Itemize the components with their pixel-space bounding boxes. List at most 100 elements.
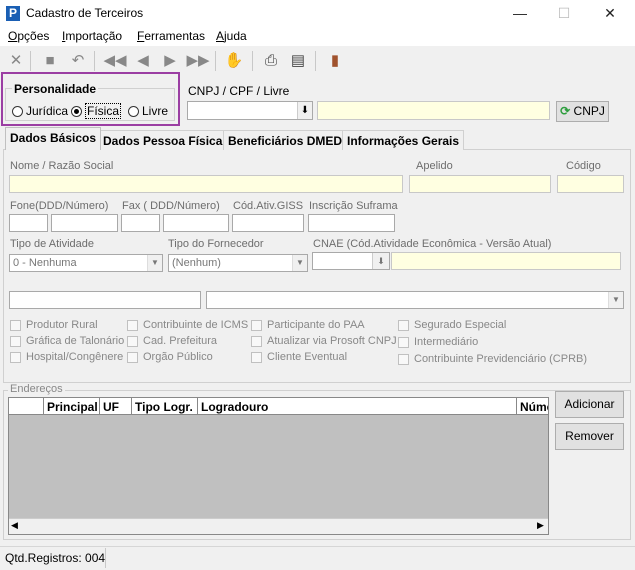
segurado-especial-checkbox[interactable] bbox=[398, 320, 409, 331]
col-uf[interactable]: UF bbox=[103, 400, 119, 414]
scroll-left-icon[interactable]: ◀ bbox=[11, 520, 18, 531]
next-record-icon[interactable]: ▶ bbox=[160, 51, 180, 71]
menu-ferramentas[interactable]: Ferramentas bbox=[137, 29, 205, 43]
window-title: Cadastro de Terceiros bbox=[26, 6, 144, 20]
horizontal-scrollbar[interactable] bbox=[9, 518, 548, 534]
atualizar-prosoft-checkbox[interactable] bbox=[251, 336, 262, 347]
cnae-code-input[interactable]: ⬇ bbox=[312, 252, 390, 270]
enderecos-title: Endereços bbox=[8, 383, 65, 395]
add-address-button[interactable]: Adicionar bbox=[555, 391, 624, 418]
radio-juridica[interactable] bbox=[12, 106, 23, 117]
cnpj-button[interactable]: ⟳ CNPJ bbox=[556, 101, 609, 122]
status-divider bbox=[105, 548, 106, 568]
col-divider bbox=[99, 398, 100, 415]
menu-ajuda[interactable]: Ajuda bbox=[216, 29, 247, 43]
exit-door-icon[interactable]: ▮ bbox=[325, 51, 345, 71]
intermediario-checkbox[interactable] bbox=[398, 337, 409, 348]
menu-importacao[interactable]: Importação bbox=[62, 29, 122, 43]
cliente-eventual-checkbox[interactable] bbox=[251, 352, 262, 363]
apelido-label: Apelido bbox=[416, 160, 453, 172]
radio-fisica[interactable] bbox=[71, 106, 82, 117]
record-count: Qtd.Registros: 004 bbox=[5, 551, 106, 565]
toolbar-separator bbox=[252, 51, 253, 71]
radio-juridica-label: Jurídica bbox=[26, 104, 69, 118]
first-record-icon[interactable]: ◀◀ bbox=[103, 51, 127, 71]
cod-ativ-input[interactable] bbox=[232, 214, 304, 232]
fax-ddd-input[interactable] bbox=[121, 214, 160, 232]
orgao-publico-label: Orgão Público bbox=[143, 351, 213, 363]
menu-opcoes[interactable]: Opções bbox=[8, 29, 49, 43]
col-divider bbox=[516, 398, 517, 415]
fax-numero-input[interactable] bbox=[163, 214, 229, 232]
apelido-input[interactable] bbox=[409, 175, 551, 193]
codigo-input[interactable] bbox=[557, 175, 624, 193]
tipo-fornecedor-value: (Nenhum) bbox=[172, 257, 221, 269]
stop-icon[interactable]: ■ bbox=[40, 51, 60, 71]
handshake-icon[interactable]: ✋ bbox=[224, 51, 244, 71]
toolbar-separator bbox=[94, 51, 95, 71]
toolbar-separator bbox=[215, 51, 216, 71]
tipo-atividade-select[interactable]: 0 - Nenhuma ▼ bbox=[9, 254, 163, 272]
chevron-down-icon: ▼ bbox=[608, 292, 623, 308]
tab-beneficiarios-dmed[interactable]: Beneficiários DMED bbox=[223, 130, 348, 150]
remove-address-button[interactable]: Remover bbox=[555, 423, 624, 450]
codigo-label: Código bbox=[566, 160, 601, 172]
tab-dados-basicos[interactable]: Dados Básicos bbox=[5, 127, 102, 150]
cnae-description-input[interactable] bbox=[391, 252, 621, 270]
contribuinte-icms-label: Contribuinte de ICMS bbox=[143, 319, 249, 331]
fone-ddd-input[interactable] bbox=[9, 214, 48, 232]
grafica-talonario-checkbox[interactable] bbox=[10, 336, 21, 347]
segurado-especial-label: Segurado Especial bbox=[414, 319, 507, 331]
inscricao-label: Inscrição Suframa bbox=[309, 200, 398, 212]
scroll-right-icon[interactable]: ▶ bbox=[537, 520, 544, 531]
cnpj-input[interactable] bbox=[317, 101, 550, 120]
toolbar-separator bbox=[315, 51, 316, 71]
last-record-icon[interactable]: ▶▶ bbox=[186, 51, 210, 71]
toolbar-separator bbox=[30, 51, 31, 71]
dropdown-arrow-icon[interactable]: ⬇ bbox=[372, 253, 389, 269]
maximize-button[interactable]: ☐ bbox=[541, 0, 587, 27]
extra-select[interactable]: ▼ bbox=[206, 291, 624, 309]
contribuinte-cprb-checkbox[interactable] bbox=[398, 354, 409, 365]
tab-informacoes-gerais[interactable]: Informações Gerais bbox=[342, 130, 465, 150]
extra-input[interactable] bbox=[9, 291, 201, 309]
nome-input[interactable] bbox=[9, 175, 403, 193]
tipo-fornecedor-label: Tipo do Fornecedor bbox=[168, 238, 264, 250]
fone-label: Fone(DDD/Número) bbox=[10, 200, 109, 212]
radio-livre-label: Livre bbox=[142, 104, 169, 118]
print-icon[interactable]: ⎙ bbox=[261, 51, 281, 71]
contribuinte-icms-checkbox[interactable] bbox=[127, 320, 138, 331]
cancel-icon[interactable]: ✕ bbox=[6, 51, 26, 71]
cad-prefeitura-label: Cad. Prefeitura bbox=[143, 335, 217, 347]
close-button[interactable]: ✕ bbox=[587, 0, 633, 27]
cnpj-label: CNPJ / CPF / Livre bbox=[188, 84, 290, 98]
cad-prefeitura-checkbox[interactable] bbox=[127, 336, 138, 347]
hospital-checkbox[interactable] bbox=[10, 352, 21, 363]
undo-icon[interactable]: ↶ bbox=[68, 51, 88, 71]
tipo-fornecedor-select[interactable]: (Nenhum) ▼ bbox=[168, 254, 308, 272]
enderecos-grid[interactable] bbox=[8, 397, 549, 535]
dropdown-arrow-icon[interactable]: ⬇ bbox=[297, 102, 312, 119]
report-icon[interactable]: ▤ bbox=[288, 51, 308, 71]
grid-indicator-cell bbox=[9, 398, 44, 415]
col-numero[interactable]: Núme bbox=[520, 400, 548, 414]
radio-livre[interactable] bbox=[128, 106, 139, 117]
inscricao-input[interactable] bbox=[308, 214, 395, 232]
tipo-atividade-value: 0 - Nenhuma bbox=[13, 257, 77, 269]
tab-dados-pessoa-fisica[interactable]: Dados Pessoa Física bbox=[98, 130, 228, 150]
participante-paa-checkbox[interactable] bbox=[251, 320, 262, 331]
col-logradouro[interactable]: Logradouro bbox=[201, 400, 268, 414]
cnpj-type-select[interactable] bbox=[187, 101, 313, 120]
col-divider bbox=[131, 398, 132, 415]
previous-record-icon[interactable]: ◀ bbox=[133, 51, 153, 71]
col-principal[interactable]: Principal bbox=[47, 400, 98, 414]
minimize-button[interactable]: — bbox=[497, 0, 543, 27]
participante-paa-label: Participante do PAA bbox=[267, 319, 365, 331]
fone-numero-input[interactable] bbox=[51, 214, 118, 232]
hospital-label: Hospital/Congênere bbox=[26, 351, 124, 363]
cod-ativ-label: Cód.Ativ.GISS bbox=[233, 200, 304, 212]
col-divider bbox=[197, 398, 198, 415]
orgao-publico-checkbox[interactable] bbox=[127, 352, 138, 363]
col-tipo-logr[interactable]: Tipo Logr. bbox=[135, 400, 193, 414]
produtor-rural-checkbox[interactable] bbox=[10, 320, 21, 331]
